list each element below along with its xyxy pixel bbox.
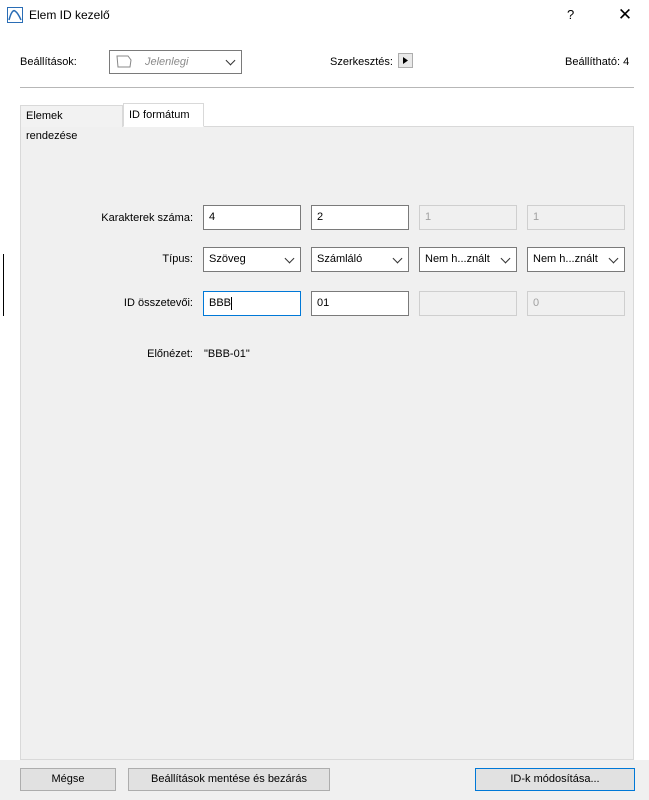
chevron-down-icon — [500, 253, 511, 263]
save-close-button[interactable]: Beállítások mentése és bezárás — [128, 768, 330, 791]
type-select-3[interactable]: Nem h...znált — [419, 247, 517, 272]
chevron-down-icon — [225, 55, 236, 66]
settings-value: Jelenlegi — [145, 56, 189, 68]
type-select-1[interactable]: Szöveg — [203, 247, 301, 272]
type-select-4-value: Nem h...znált — [533, 253, 598, 265]
settings-icon — [116, 54, 132, 68]
type-label: Típus: — [162, 253, 193, 265]
text-cursor — [231, 296, 233, 310]
close-button[interactable]: ✕ — [613, 4, 637, 26]
settings-dropdown[interactable]: Jelenlegi — [109, 50, 242, 74]
parts-field-3 — [419, 291, 517, 316]
tab-id-format[interactable]: ID formátum — [123, 103, 204, 127]
title-bar: Elem ID kezelő ? ✕ — [0, 0, 649, 32]
chars-field-3: 1 — [419, 205, 517, 230]
parts-label: ID összetevői: — [123, 297, 193, 309]
type-select-1-value: Szöveg — [209, 253, 246, 265]
type-select-2-value: Számláló — [317, 253, 363, 265]
preview-label: Előnézet: — [147, 348, 193, 360]
chars-field-2[interactable]: 2 — [311, 205, 409, 230]
chars-field-1[interactable]: 4 — [203, 205, 301, 230]
parts-field-4: 0 — [527, 291, 625, 316]
app-icon — [7, 7, 23, 23]
help-button[interactable]: ? — [567, 7, 574, 22]
parts-field-2[interactable]: 01 — [311, 291, 409, 316]
parts-field-1[interactable]: BBB — [203, 291, 301, 316]
play-icon — [403, 57, 408, 64]
chevron-down-icon — [608, 253, 619, 263]
chars-label: Karakterek száma: — [101, 212, 193, 224]
apply-ids-button[interactable]: ID-k módosítása... — [475, 768, 635, 791]
chars-field-4: 1 — [527, 205, 625, 230]
cancel-button[interactable]: Mégse — [20, 768, 116, 791]
tab-sorting[interactable]: Elemek rendezése — [20, 105, 123, 142]
type-select-3-value: Nem h...znált — [425, 253, 490, 265]
edit-label: Szerkesztés: — [330, 56, 393, 68]
count-label: Beállítható: 4 — [565, 56, 630, 68]
separator — [20, 87, 634, 88]
settings-label: Beállítások: — [20, 56, 77, 68]
window-title: Elem ID kezelő — [29, 8, 110, 22]
edit-button[interactable] — [398, 53, 413, 68]
parts-field-1-value: BBB — [209, 297, 232, 309]
chevron-down-icon — [392, 253, 403, 263]
type-select-2[interactable]: Számláló — [311, 247, 409, 272]
preview-value: "BBB-01" — [204, 348, 250, 360]
window-edge — [0, 254, 4, 316]
type-select-4[interactable]: Nem h...znált — [527, 247, 625, 272]
chevron-down-icon — [284, 253, 295, 263]
